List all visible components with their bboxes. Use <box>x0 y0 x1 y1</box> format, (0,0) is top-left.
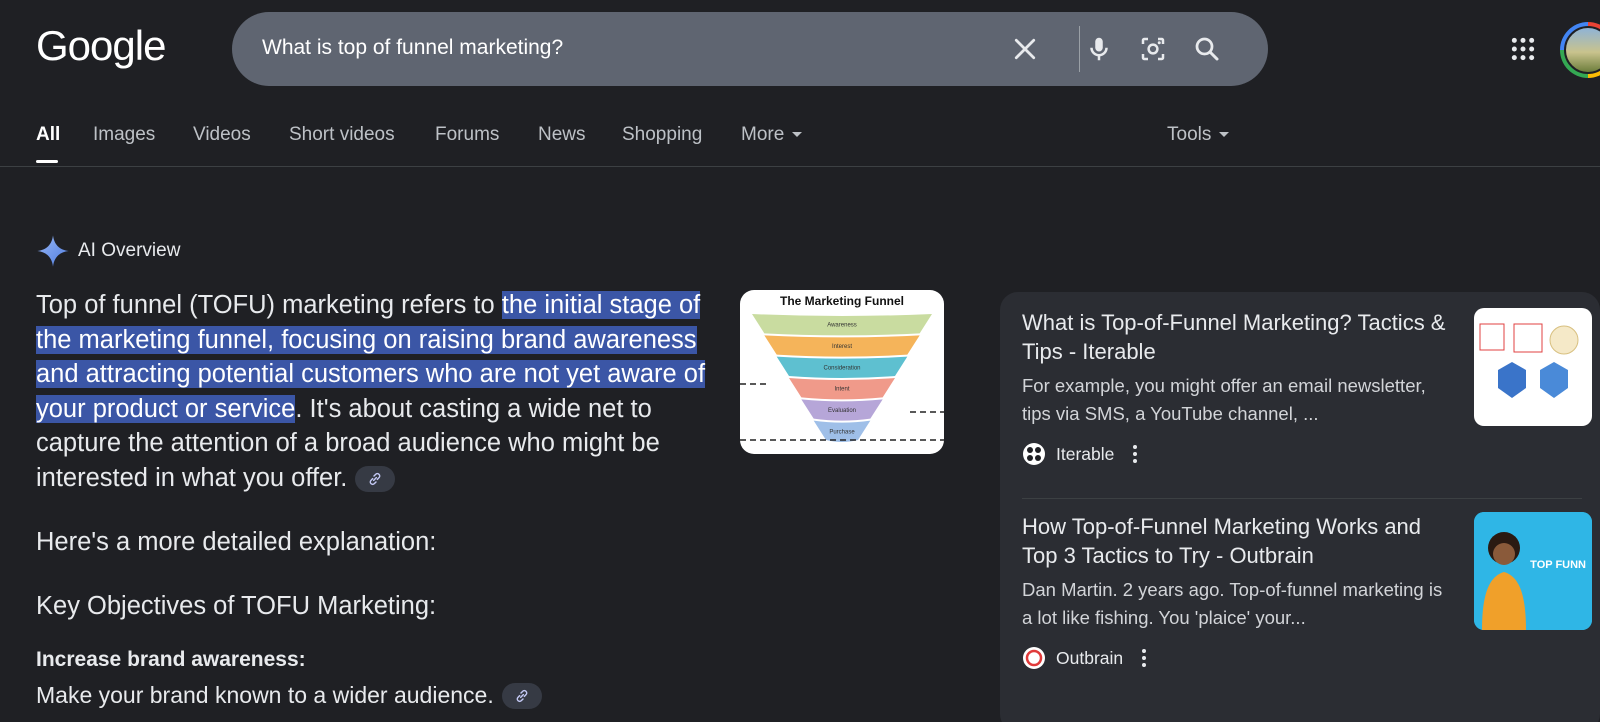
chevron-down-icon <box>792 132 803 138</box>
bullet-text-label: Make your brand known to a wider audienc… <box>36 682 494 708</box>
search-input[interactable]: What is top of funnel marketing? <box>262 36 563 60</box>
header-divider <box>0 166 1600 167</box>
card-divider <box>1022 498 1582 499</box>
tab-news[interactable]: News <box>538 124 586 146</box>
tab-videos[interactable]: Videos <box>193 124 251 146</box>
google-logo[interactable]: Google <box>36 22 166 70</box>
avatar-image <box>1564 26 1600 74</box>
tab-forums[interactable]: Forums <box>435 124 499 146</box>
funnel-image-thumbnail[interactable]: The Marketing Funnel Awareness Interest Co… <box>740 290 944 454</box>
source-name: Iterable <box>1056 443 1115 464</box>
detail-intro: Here's a more detailed explanation: <box>36 528 437 556</box>
source-snippet: For example, you might offer an email ne… <box>1022 375 1426 424</box>
account-avatar[interactable] <box>1560 22 1600 78</box>
search-divider <box>1079 26 1080 72</box>
funnel-stage-label: Interest <box>832 344 852 350</box>
source-title[interactable]: What is Top-of-Funnel Marketing? Tactics… <box>1022 308 1452 366</box>
thumb-text: TOP FUNN <box>1530 559 1586 571</box>
funnel-stage-label: Awareness <box>827 323 857 329</box>
microphone-icon[interactable] <box>1084 34 1114 64</box>
funnel-stage-label: Purchase <box>829 429 855 435</box>
lens-camera-icon[interactable] <box>1138 34 1168 64</box>
tab-shopping[interactable]: Shopping <box>622 124 702 146</box>
tools-button[interactable]: Tools <box>1167 124 1230 146</box>
outbrain-thumbnail[interactable]: TOP FUNN <box>1474 512 1592 630</box>
apps-grid-icon[interactable] <box>1510 36 1536 62</box>
intro-text: Top of funnel (TOFU) marketing refers to <box>36 291 502 319</box>
ai-overview-header: AI Overview <box>36 234 180 268</box>
google-search-page: Google What is top of funnel marketing? <box>0 0 1600 722</box>
source-snippet: Dan Martin. 2 years ago. Top-of-funnel m… <box>1022 579 1443 628</box>
tab-more-label: More <box>741 124 785 145</box>
outbrain-favicon-icon <box>1023 647 1045 669</box>
search-bar[interactable]: What is top of funnel marketing? <box>232 12 1268 86</box>
tab-more[interactable]: More <box>741 124 803 146</box>
source-title[interactable]: How Top-of-Funnel Marketing Works and To… <box>1022 512 1452 570</box>
search-icon[interactable] <box>1192 34 1222 64</box>
more-options-icon[interactable] <box>1132 444 1138 464</box>
tools-label: Tools <box>1167 124 1212 145</box>
funnel-stage-label: Evaluation <box>828 408 856 414</box>
funnel-title: The Marketing Funnel <box>780 294 904 308</box>
funnel-stage-label: Consideration <box>823 365 860 371</box>
iterable-thumbnail[interactable] <box>1474 308 1592 426</box>
sources-panel: What is Top-of-Funnel Marketing? Tactics… <box>1000 292 1600 722</box>
bullet-heading: Increase brand awareness: <box>36 648 306 671</box>
source-link-chip[interactable] <box>355 465 396 492</box>
link-icon <box>370 472 381 485</box>
clear-icon[interactable] <box>1010 34 1040 64</box>
source-card[interactable]: What is Top-of-Funnel Marketing? Tactics… <box>1022 308 1596 466</box>
source-site: Outbrain <box>1022 646 1596 670</box>
search-tabs: All Images Videos Short videos Forums Ne… <box>0 118 1600 166</box>
sparkle-icon <box>37 235 69 267</box>
source-name: Outbrain <box>1056 647 1124 668</box>
source-site: Iterable <box>1022 442 1596 466</box>
active-tab-indicator <box>36 160 58 163</box>
chevron-down-icon <box>1219 132 1230 138</box>
tab-images[interactable]: Images <box>93 124 155 146</box>
source-card[interactable]: How Top-of-Funnel Marketing Works and To… <box>1022 512 1596 670</box>
key-objectives-heading: Key Objectives of TOFU Marketing: <box>36 592 437 620</box>
link-icon <box>516 689 528 702</box>
bullet-text: Make your brand known to a wider audienc… <box>36 682 542 709</box>
funnel-stage-label: Intent <box>834 387 849 393</box>
ai-overview-label: AI Overview <box>78 240 181 261</box>
iterable-favicon-icon <box>1023 443 1045 465</box>
source-link-chip[interactable] <box>501 682 542 709</box>
tab-all[interactable]: All <box>36 124 60 146</box>
marketing-funnel-image: The Marketing Funnel Awareness Interest Co… <box>740 294 944 442</box>
ai-overview-paragraph: Top of funnel (TOFU) marketing refers to… <box>36 288 722 495</box>
badges-image <box>1479 323 1579 398</box>
person-image: TOP FUNN <box>1474 512 1592 630</box>
more-options-icon[interactable] <box>1141 648 1147 668</box>
tab-short-videos[interactable]: Short videos <box>289 124 395 146</box>
